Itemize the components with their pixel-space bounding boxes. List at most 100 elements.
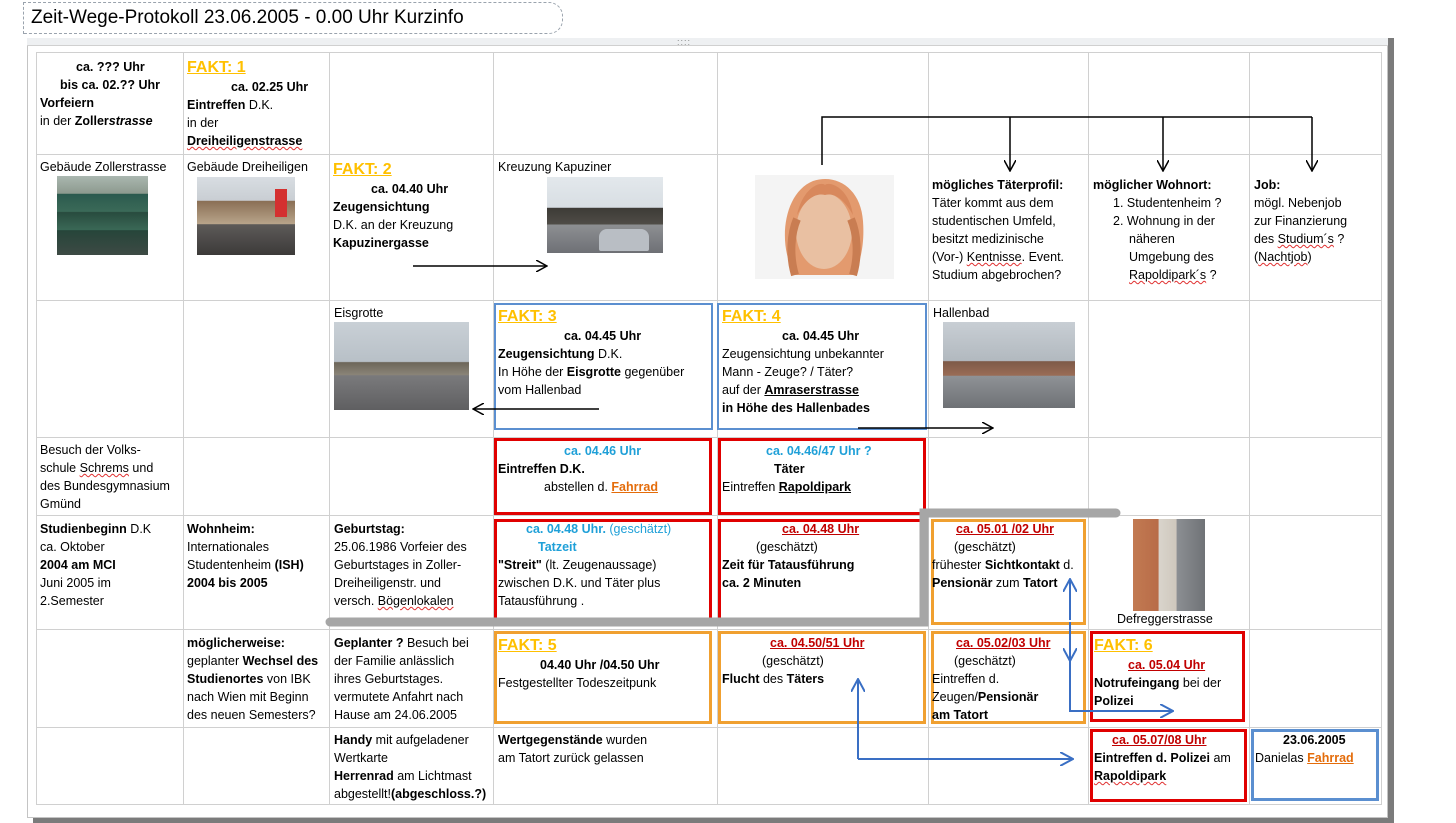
r7c7-time: ca. 05.07/08 Uhr — [1112, 733, 1207, 747]
r4c5-l3a: Eintreffen — [722, 480, 779, 494]
r5c3-l5a: versch. — [334, 594, 378, 608]
r7c4-l1a: Wertgegenstände — [498, 733, 603, 747]
r6c2-l1: möglicherweise: — [187, 636, 285, 650]
r1c1-l4a: in der — [40, 114, 75, 128]
r5c3-l4: Dreiheiligenstr. und — [334, 576, 442, 590]
fakt6-label: FAKT: 6 — [1094, 637, 1153, 654]
r7c7-text: ca. 05.07/08 Uhr Eintreffen d. Polizei a… — [1094, 731, 1231, 785]
r6c7-text: FAKT: 6 ca. 05.04 Uhr Notrufeingang bei … — [1094, 636, 1221, 710]
r5c5-l3: Zeit für Tatausführung — [722, 558, 855, 572]
fakt2-label: FAKT: 2 — [333, 161, 392, 178]
r2c7-head: möglicher Wohnort: — [1093, 178, 1212, 192]
r6c2-l5: des neuen Semesters? — [187, 708, 316, 722]
r4c1-l2b: Schrems — [79, 461, 129, 475]
r7c3-l2: Wertkarte — [334, 751, 388, 765]
r5c5-text: ca. 04.48 Uhr (geschätzt) Zeit für Tatau… — [722, 520, 859, 592]
r2c8-l3c: ? — [1333, 232, 1345, 246]
r5c6-l4a: Pensionär — [932, 576, 993, 590]
r3c5-text: FAKT: 4 ca. 04.45 Uhr Zeugensichtung unb… — [722, 307, 884, 417]
r6c4-time: 04.40 Uhr /04.50 Uhr — [540, 658, 660, 672]
r3c4-l3a: In Höhe der — [498, 365, 567, 379]
r4c5-l2: Täter — [774, 462, 805, 476]
r3c5-l3: Mann - Zeuge? / Täter? — [722, 365, 854, 379]
r1c2-l3: in der — [187, 116, 219, 130]
r5c6-l4b: zum — [992, 576, 1023, 590]
r7c4-text: Wertgegenstände wurden am Tatort zurück … — [498, 731, 647, 767]
r6c7-l3b: bei der — [1179, 676, 1222, 690]
r3c4-l3b: Eisgrotte — [566, 365, 621, 379]
r6c4-text: FAKT: 5 04.40 Uhr /04.50 Uhr Festgestell… — [498, 636, 660, 692]
r5c6-l4c: Tatort — [1023, 576, 1058, 590]
r5c4-tatzeit: Tatzeit — [538, 540, 577, 554]
r2c3-l2: Zeugensichtung — [333, 200, 430, 214]
r5c5-l4: ca. 2 Minuten — [722, 576, 802, 590]
r5c1-l5: 2.Semester — [40, 594, 104, 608]
r1c1-l4c: strasse — [108, 114, 153, 128]
r3c4-l2b: D.K. — [594, 347, 623, 361]
r5c1-l1a: Studienbeginn — [40, 522, 127, 536]
fakt1-label: FAKT: 1 — [187, 59, 246, 76]
r5c4-l3b: (lt. Zeugenaussage) — [541, 558, 657, 572]
r3c4-l2a: Zeugensichtung — [498, 347, 595, 361]
r5c1-l4: Juni 2005 im — [40, 576, 111, 590]
r2c3-text: FAKT: 2 ca. 04.40 Uhr Zeugensichtung D.K… — [333, 160, 453, 252]
r6c5-time: ca. 04.50/51 Uhr — [770, 636, 865, 650]
r1c2-time: ca. 02.25 Uhr — [231, 80, 309, 94]
r1c1-l1: ca. ??? Uhr — [76, 60, 145, 74]
r2c6-l3: besitzt medizinische — [932, 232, 1044, 246]
r3c4-text: FAKT: 3 ca. 04.45 Uhr Zeugensichtung D.K… — [498, 307, 684, 399]
r6c5-l3b: des — [759, 672, 787, 686]
r6c4-l3: Festgestellter Todeszeitpunk — [498, 676, 657, 690]
r7c3-text: Handy mit aufgeladener Wertkarte Herrenr… — [334, 731, 486, 803]
r7c3-l1b: mit aufgeladener — [372, 733, 469, 747]
r6c2-text: möglicherweise: geplanter Wechsel des St… — [187, 634, 318, 724]
r3c6-label: Hallenbad — [933, 306, 990, 320]
r2c2-label: Gebäude Dreiheiligen — [187, 160, 308, 174]
r6c6-l3: Eintreffen d. — [932, 672, 1000, 686]
r7c3-l3b: am Lichtmast — [393, 769, 472, 783]
r7c8-l2a: Danielas — [1255, 751, 1308, 765]
r4c1-l3: des Bundesgymnasium — [40, 479, 170, 493]
r5c3-text: Geburtstag: 25.06.1986 Vorfeier des Gebu… — [334, 520, 467, 610]
r6c7-time: ca. 05.04 Uhr — [1128, 658, 1206, 672]
r2c6-l1: Täter kommt aus dem — [932, 196, 1054, 210]
r2c7-i1: 1. Studentenheim ? — [1113, 196, 1222, 210]
r1c1-l3: Vorfeiern — [40, 96, 94, 110]
r2c7-i2d: Rapoldipark´s — [1129, 268, 1207, 282]
r6c5-l3c: Täters — [786, 672, 825, 686]
r7c4-l1b: wurden — [602, 733, 648, 747]
fahrrad-link-2[interactable]: Fahrrad — [1307, 751, 1354, 765]
r4c4-time: ca. 04.46 Uhr — [564, 444, 642, 458]
r7c7-l3: Rapoldipark — [1094, 769, 1167, 783]
r2c8-text: Job: mögl. Nebenjob zur Finanzierung des… — [1254, 176, 1347, 266]
r3c5-l2: Zeugensichtung unbekannter — [722, 347, 884, 361]
fakt5-label: FAKT: 5 — [498, 637, 557, 654]
r6c6-time: ca. 05.02/03 Uhr — [956, 636, 1051, 650]
r1c2-l2b: D.K. — [245, 98, 274, 112]
r2c6-l4b: Kentnisse — [966, 250, 1022, 264]
r2c3-l4: Kapuzinergasse — [333, 236, 429, 250]
r5c6-time: ca. 05.01 /02 Uhr — [956, 522, 1054, 536]
r5c1-text: Studienbeginn D.K ca. Oktober 2004 am MC… — [40, 520, 151, 610]
r5c6-l3a: frühester — [932, 558, 985, 572]
r2c8-l3a: des — [1254, 232, 1278, 246]
r5c6-l3b: Sichtkontakt — [984, 558, 1060, 572]
r6c2-l3b: von IBK — [263, 672, 311, 686]
r5c2-l2: Internationales — [187, 540, 270, 554]
r2c7-text: möglicher Wohnort: 1. Studentenheim ? 2.… — [1093, 176, 1221, 284]
fakt4-label: FAKT: 4 — [722, 308, 781, 325]
r5c2-text: Wohnheim: Internationales Studentenheim … — [187, 520, 304, 592]
r2c6-head: mögliches Täterprofil: — [932, 178, 1064, 192]
r6c3-l5: Hause am 24.06.2005 — [334, 708, 458, 722]
r7c8-l1: 23.06.2005 — [1283, 733, 1346, 747]
r2c7-i2: 2. Wohnung in der — [1113, 214, 1215, 228]
r2c8-head: Job: — [1254, 178, 1281, 192]
r5c5-time: ca. 04.48 Uhr — [782, 522, 860, 536]
r6c2-l2a: geplanter — [187, 654, 243, 668]
r6c5-l3a: Flucht — [722, 672, 760, 686]
r6c3-l1b: Besuch bei — [403, 636, 469, 650]
r6c3-l1a: Geplanter ? — [334, 636, 404, 650]
fahrrad-link[interactable]: Fahrrad — [611, 480, 658, 494]
r1c2-text: FAKT: 1 ca. 02.25 Uhr Eintreffen D.K. in… — [187, 58, 308, 150]
r2c6-text: mögliches Täterprofil: Täter kommt aus d… — [932, 176, 1064, 284]
